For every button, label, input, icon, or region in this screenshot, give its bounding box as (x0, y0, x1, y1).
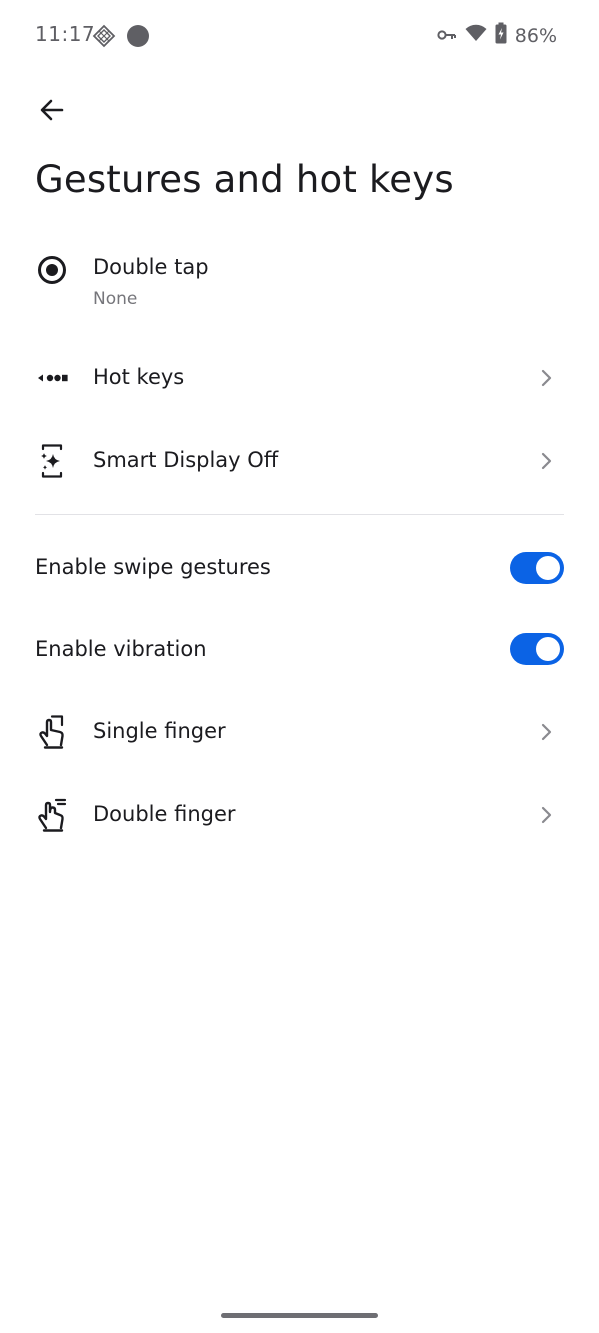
single-finger-label: Single finger (93, 719, 226, 743)
status-bar: 11:17 86% (0, 0, 599, 72)
vpn-key-icon (437, 25, 457, 47)
back-button[interactable] (28, 88, 76, 136)
double-tap-label: Double tap (93, 255, 209, 279)
radio-dot-icon (34, 252, 70, 288)
toggle-knob (536, 556, 560, 580)
chevron-right-icon (539, 451, 553, 471)
toggle-knob (536, 637, 560, 661)
display-sparkle-icon (34, 443, 70, 479)
enable-vibration-label: Enable vibration (35, 637, 207, 661)
pinwheel-icon (92, 24, 116, 52)
wifi-icon (465, 24, 487, 47)
smart-display-off-item[interactable]: Smart Display Off (0, 433, 599, 489)
double-tap-value: None (93, 289, 138, 309)
hot-keys-item[interactable]: Hot keys (0, 350, 599, 406)
chevron-right-icon (539, 368, 553, 388)
status-time: 11:17 (35, 22, 96, 46)
single-finger-item[interactable]: Single finger (0, 704, 599, 760)
battery-charging-icon (495, 22, 507, 49)
vibration-toggle[interactable] (510, 633, 564, 665)
single-finger-icon (34, 714, 70, 750)
dots-arrow-icon (34, 360, 70, 396)
double-finger-label: Double finger (93, 802, 236, 826)
gesture-nav-handle[interactable] (221, 1313, 378, 1318)
enable-swipe-gestures-label: Enable swipe gestures (35, 555, 271, 579)
chevron-right-icon (539, 722, 553, 742)
section-divider (35, 514, 564, 515)
arrow-left-icon (38, 96, 66, 128)
enable-vibration-item[interactable]: Enable vibration (0, 622, 599, 678)
double-tap-item[interactable]: Double tap None (0, 248, 599, 320)
enable-swipe-gestures-item[interactable]: Enable swipe gestures (0, 540, 599, 596)
chevron-right-icon (539, 805, 553, 825)
battery-percent: 86% (514, 24, 557, 47)
page-title: Gestures and hot keys (35, 158, 454, 201)
swipe-gestures-toggle[interactable] (510, 552, 564, 584)
double-finger-icon (34, 797, 70, 833)
double-finger-item[interactable]: Double finger (0, 787, 599, 843)
hot-keys-label: Hot keys (93, 365, 185, 389)
smart-display-off-label: Smart Display Off (93, 448, 279, 472)
circle-notification-icon (126, 24, 150, 52)
